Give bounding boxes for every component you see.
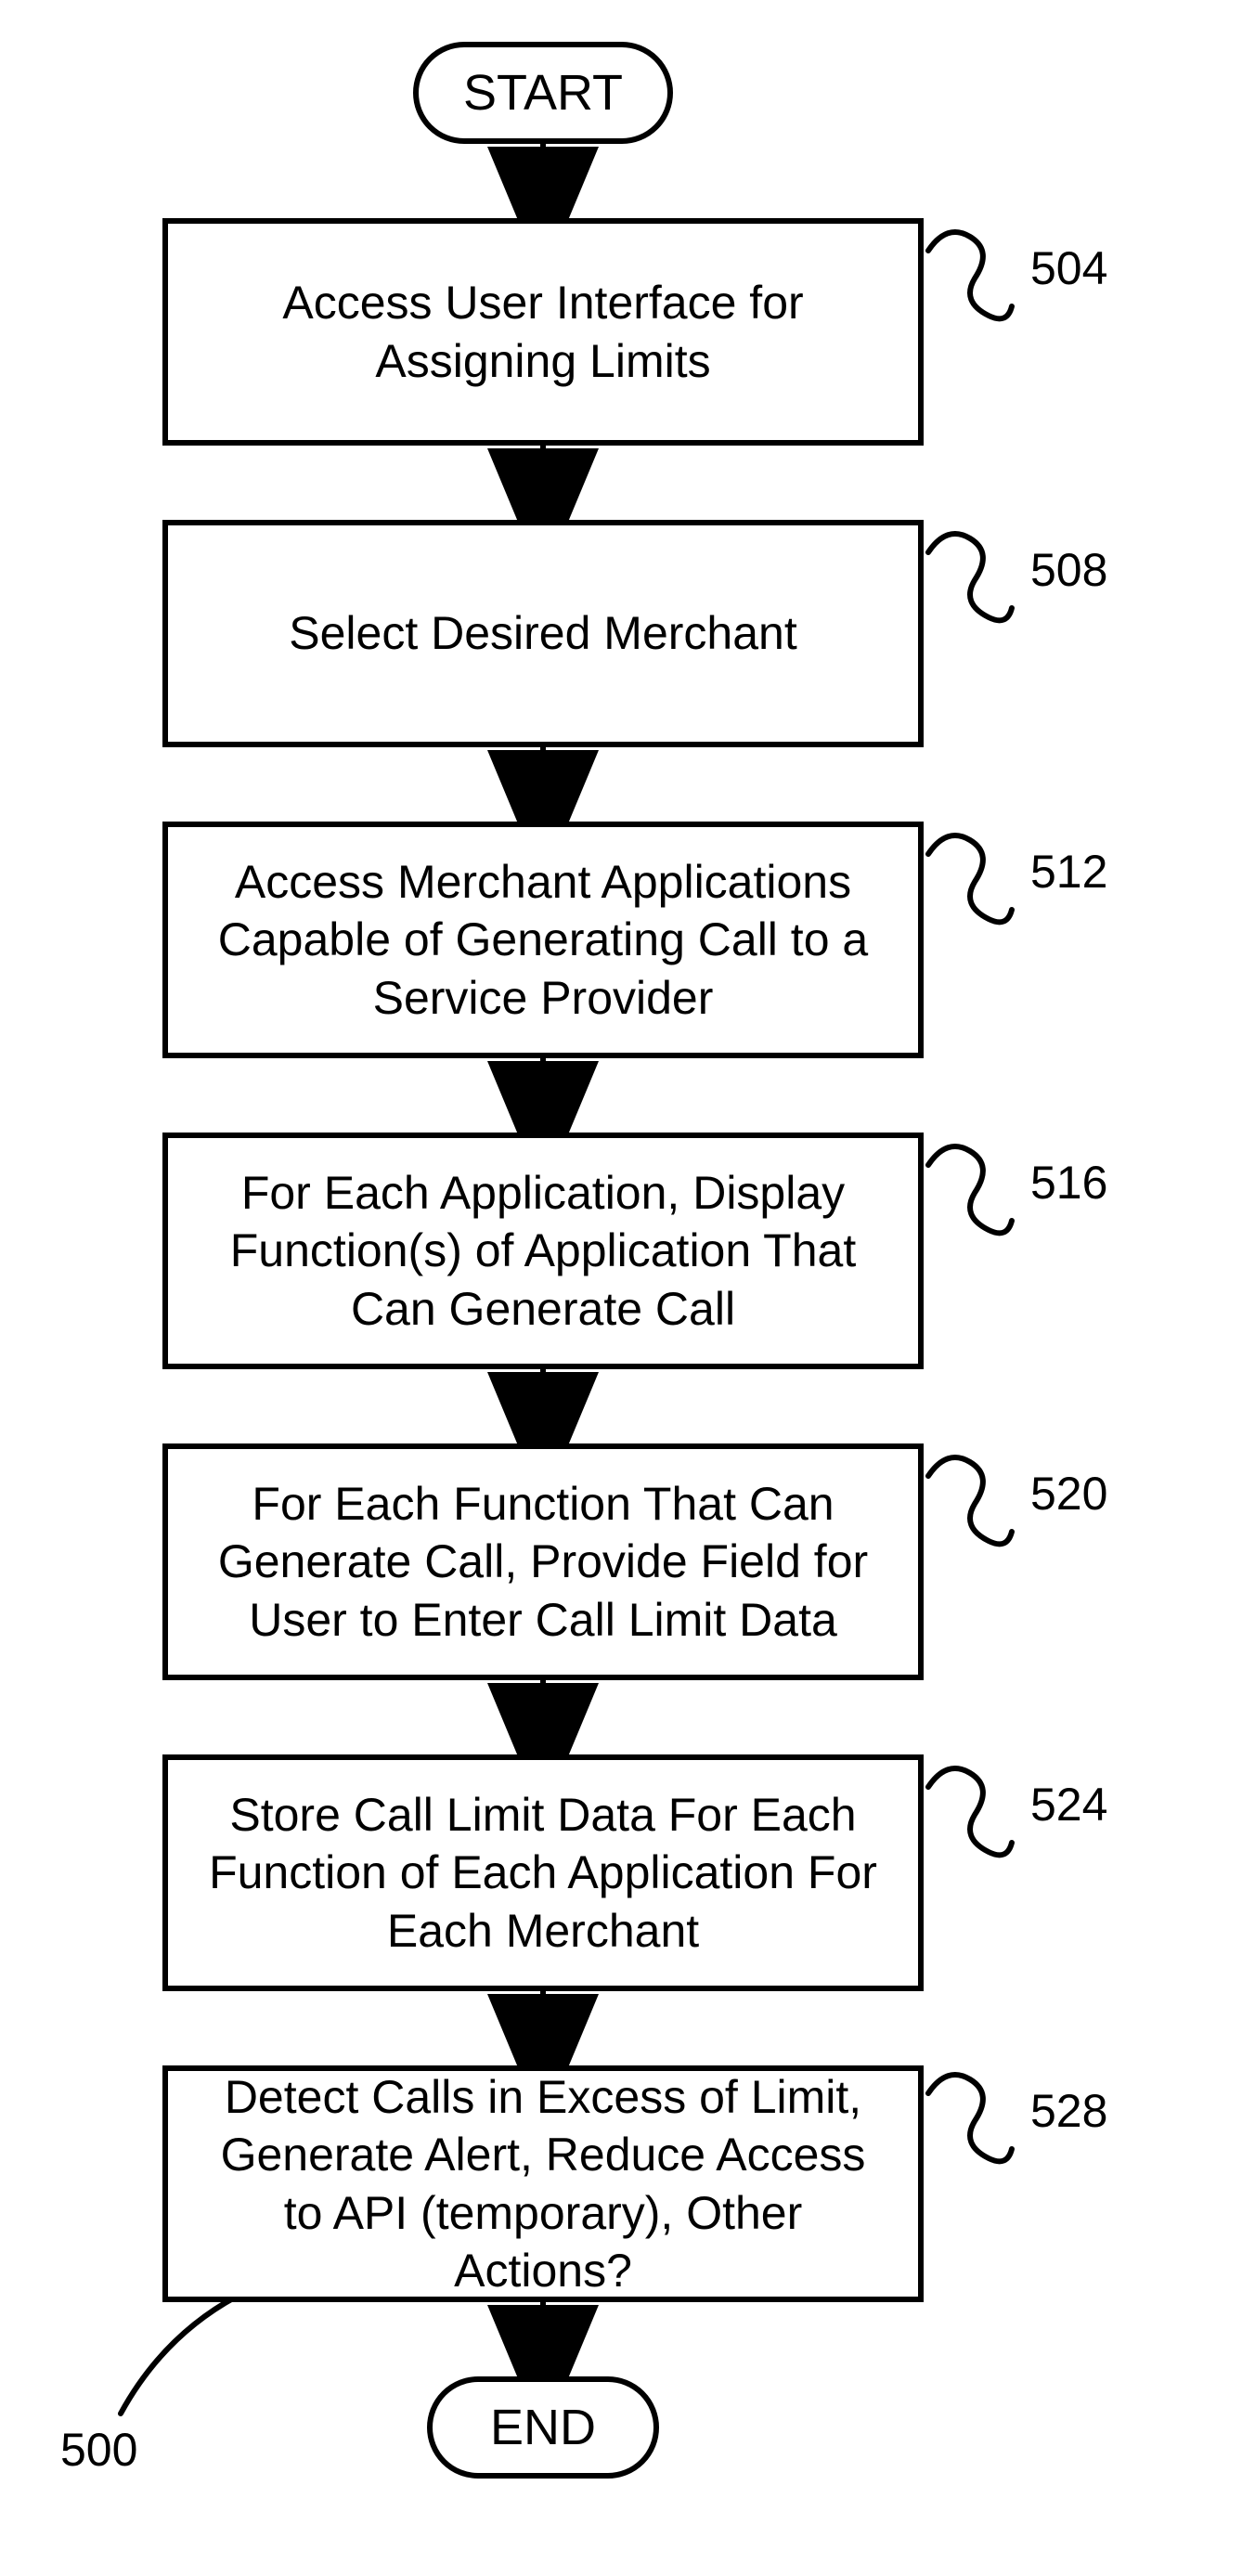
process-520: For Each Function That Can Generate Call… bbox=[162, 1443, 924, 1680]
terminator-end-label: END bbox=[490, 2399, 596, 2456]
process-524: Store Call Limit Data For Each Function … bbox=[162, 1754, 924, 1991]
terminator-end: END bbox=[427, 2376, 659, 2479]
process-508-text: Select Desired Merchant bbox=[289, 604, 796, 663]
ref-512: 512 bbox=[1030, 845, 1107, 899]
process-504: Access User Interface for Assigning Limi… bbox=[162, 218, 924, 446]
process-528-text: Detect Calls in Excess of Limit, Generat… bbox=[205, 2068, 881, 2300]
ref-520: 520 bbox=[1030, 1467, 1107, 1521]
ref-504: 504 bbox=[1030, 241, 1107, 295]
process-504-text: Access User Interface for Assigning Limi… bbox=[205, 274, 881, 390]
ref-508: 508 bbox=[1030, 543, 1107, 597]
process-516-text: For Each Application, Display Function(s… bbox=[205, 1164, 881, 1339]
process-512-text: Access Merchant Applications Capable of … bbox=[205, 853, 881, 1028]
process-528: Detect Calls in Excess of Limit, Generat… bbox=[162, 2065, 924, 2302]
process-516: For Each Application, Display Function(s… bbox=[162, 1133, 924, 1369]
process-520-text: For Each Function That Can Generate Call… bbox=[205, 1475, 881, 1650]
figure-ref: 500 bbox=[60, 2423, 137, 2477]
ref-528: 528 bbox=[1030, 2084, 1107, 2138]
ref-524: 524 bbox=[1030, 1778, 1107, 1832]
process-508: Select Desired Merchant bbox=[162, 520, 924, 747]
terminator-start-label: START bbox=[463, 64, 623, 122]
terminator-start: START bbox=[413, 42, 673, 144]
process-512: Access Merchant Applications Capable of … bbox=[162, 822, 924, 1058]
process-524-text: Store Call Limit Data For Each Function … bbox=[205, 1786, 881, 1961]
ref-516: 516 bbox=[1030, 1156, 1107, 1210]
flowchart-canvas: START Access User Interface for Assignin… bbox=[0, 0, 1255, 2576]
